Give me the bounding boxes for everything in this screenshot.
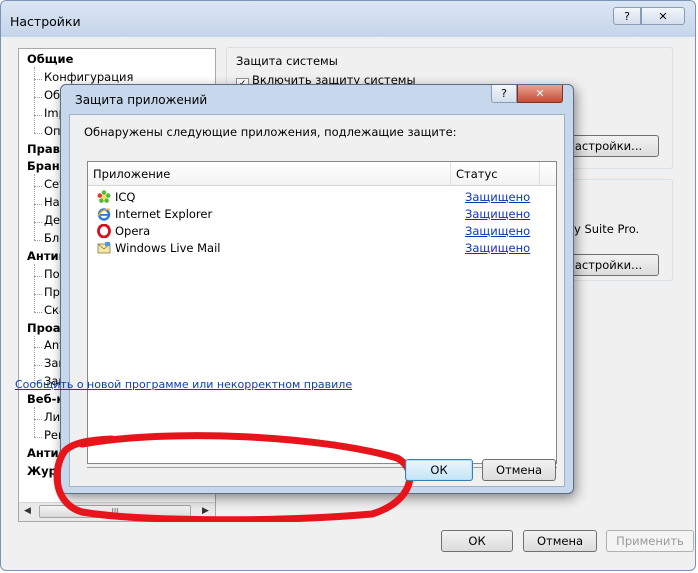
list-item[interactable]: Windows Live Mail Защищено (88, 240, 556, 257)
column-separator[interactable] (450, 162, 451, 185)
system-protection-title: Защита системы (236, 54, 338, 68)
dialog-cancel-button[interactable]: Отмена (482, 459, 556, 481)
tree-category[interactable]: Общие (27, 52, 73, 66)
opera-icon (97, 224, 111, 238)
list-item[interactable]: Internet Explorer Защищено (88, 206, 556, 223)
tree-connector (34, 204, 42, 206)
internet-explorer-icon (97, 208, 111, 221)
main-cancel-button[interactable]: Отмена (523, 530, 597, 552)
status-link[interactable]: Защищено (465, 207, 530, 221)
help-button[interactable]: ? (613, 7, 641, 25)
app-name: Opera (115, 224, 151, 238)
app-name: Internet Explorer (115, 207, 213, 221)
tree-connector (34, 335, 35, 384)
column-header-status[interactable]: Статус (456, 167, 498, 181)
tree-connector (34, 222, 42, 224)
list-item[interactable]: Opera Защищено (88, 223, 556, 240)
list-header: Приложение Статус (88, 162, 556, 186)
dialog-description: Обнаружены следующие приложения, подлежа… (84, 125, 457, 139)
tree-connector (34, 293, 42, 295)
dialog-close-button[interactable]: ✕ (517, 85, 563, 103)
settings-titlebar: Настройки ? ✕ (1, 1, 695, 37)
report-new-program-link[interactable]: Сообщить о новой программе или некоррект… (15, 378, 352, 391)
suite-text: y Suite Pro. (574, 222, 640, 236)
column-header-application[interactable]: Приложение (93, 167, 170, 181)
dialog-help-button[interactable]: ? (491, 85, 517, 103)
tree-connector (34, 132, 42, 134)
tree-connector (34, 407, 35, 437)
app-name: Windows Live Mail (115, 241, 221, 255)
status-link[interactable]: Защищено (465, 190, 530, 204)
protected-apps-list[interactable]: Приложение Статус ICQ Защищено Internet … (87, 161, 557, 464)
tree-connector (34, 186, 42, 188)
main-ok-button[interactable]: ОК (441, 530, 513, 552)
dialog-title: Защита приложений (75, 93, 208, 107)
tree-connector (34, 240, 42, 241)
windows-live-mail-icon (97, 242, 111, 254)
list-item[interactable]: ICQ Защищено (88, 189, 556, 206)
tree-item[interactable]: Конфигурация (44, 70, 133, 84)
tree-connector (34, 419, 42, 420)
app-name: ICQ (115, 190, 136, 204)
tree-connector (34, 78, 42, 80)
tree-connector (34, 96, 42, 98)
tree-connector (34, 347, 42, 349)
tree-connector (34, 174, 35, 240)
apply-button[interactable]: Применить (606, 530, 694, 552)
tree-connector (34, 114, 42, 116)
tree-connector (34, 365, 42, 367)
settings-window-title: Настройки (10, 14, 81, 29)
icq-flower-icon (97, 190, 111, 203)
tree-connector (34, 311, 42, 313)
close-button[interactable]: ✕ (641, 7, 685, 25)
tree-connector (34, 275, 42, 277)
tree-connector (34, 263, 35, 312)
column-separator[interactable] (539, 162, 540, 185)
status-link[interactable]: Защищено (465, 224, 530, 238)
scroll-left-arrow-icon[interactable]: ◀ (24, 506, 31, 516)
tree-connector (34, 67, 35, 133)
red-annotation-ellipse (53, 432, 414, 522)
status-link[interactable]: Защищено (465, 241, 530, 255)
tree-connector (34, 436, 42, 438)
dialog-ok-button[interactable]: ОК (405, 459, 473, 481)
